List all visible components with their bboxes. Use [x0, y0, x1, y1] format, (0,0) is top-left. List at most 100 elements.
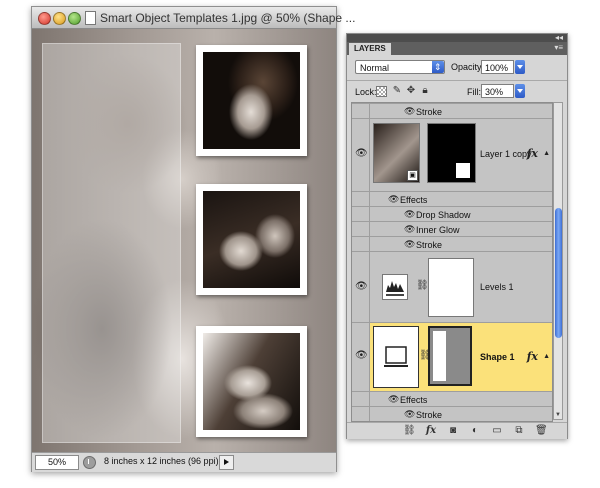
chevron-updown-icon [432, 60, 444, 74]
eye-icon[interactable]: 👁︎ [355, 149, 368, 159]
levels-adjustment-icon[interactable] [382, 274, 408, 300]
vector-mask-shape [433, 331, 446, 381]
new-group-icon[interactable]: ▭ [491, 425, 503, 437]
effects-header-row[interactable]: 👁︎ Effects [352, 192, 552, 207]
add-mask-icon[interactable]: ◙ [447, 425, 459, 437]
layer-name: Levels 1 [480, 282, 514, 292]
blend-mode-value: Normal [360, 63, 390, 73]
zoom-field[interactable]: 50% [35, 455, 79, 470]
layers-scrollbar[interactable]: ▼ [553, 102, 563, 420]
document-titlebar[interactable]: Smart Object Templates 1.jpg @ 50% (Shap… [32, 7, 355, 29]
panel-tabbar: LAYERS ▾≡ [347, 42, 567, 55]
document-window: Smart Object Templates 1.jpg @ 50% (Shap… [31, 6, 355, 472]
effect-label: Stroke [416, 410, 443, 420]
layer-mask-thumbnail[interactable] [427, 123, 476, 183]
document-title: Smart Object Templates 1.jpg @ 50% (Shap… [100, 11, 356, 25]
shape-icon [384, 346, 408, 367]
blend-mode-select[interactable]: Normal [355, 60, 445, 74]
layer-row-levels-1[interactable]: 👁︎ ⛓︎ Levels 1 [352, 252, 552, 323]
layer-row-shape-1[interactable]: 👁︎ ⛓︎ Shape 1 fx ▲ [352, 323, 552, 392]
effect-row[interactable]: 👁︎ Stroke [352, 407, 552, 421]
vector-layer-thumbnail[interactable] [373, 326, 419, 388]
opacity-field[interactable]: 100% [481, 60, 514, 74]
shape-placeholder [42, 43, 181, 443]
lock-position-icon[interactable]: ✥ [405, 85, 417, 97]
eye-icon[interactable]: 👁︎ [388, 194, 399, 205]
document-canvas[interactable] [32, 29, 336, 452]
panel-header[interactable]: ◂◂ [347, 33, 567, 42]
collapse-icon[interactable]: ◂◂ [555, 33, 563, 42]
effect-label: Stroke [416, 107, 443, 117]
opacity-label: Opacity: [451, 62, 485, 72]
visibility-column [352, 207, 370, 221]
close-window-icon[interactable] [38, 12, 51, 25]
fill-dropdown-icon[interactable] [515, 84, 525, 98]
histogram-icon [386, 281, 404, 296]
layer-row-layer-1-copy[interactable]: 👁︎ ▣ Layer 1 copy fx ▲ [352, 119, 552, 192]
smart-object-icon: ▣ [407, 170, 418, 181]
link-layers-icon[interactable]: ⛓︎ [403, 425, 416, 437]
scroll-thumb[interactable] [555, 208, 562, 338]
visibility-column [352, 407, 370, 421]
layer-thumbnail[interactable]: ▣ [373, 123, 420, 183]
new-layer-icon[interactable]: ⧉ [513, 425, 525, 437]
expand-triangle-icon[interactable]: ▲ [543, 150, 550, 157]
eye-icon[interactable]: 👁︎ [404, 209, 415, 220]
visibility-column [352, 392, 370, 406]
info-icon[interactable] [83, 456, 96, 469]
status-menu-arrow-icon[interactable] [219, 455, 234, 470]
mask-white-area [456, 163, 470, 178]
eye-icon[interactable]: 👁︎ [404, 224, 415, 235]
tab-layers[interactable]: LAYERS [349, 43, 391, 55]
fx-icon[interactable]: fx [527, 147, 538, 160]
photo-frame-2 [196, 184, 307, 295]
eye-icon[interactable]: 👁︎ [355, 282, 368, 292]
link-icon[interactable]: ⛓︎ [416, 280, 429, 291]
layers-list[interactable]: 👁︎ Stroke 👁︎ ▣ Layer 1 copy fx ▲ 👁︎ Effe… [351, 102, 553, 422]
lock-all-icon[interactable]: 🔒︎ [419, 85, 431, 97]
visibility-column: 👁︎ [352, 119, 370, 191]
effects-label: Effects [400, 195, 428, 205]
panel-menu-icon[interactable]: ▾≡ [554, 43, 563, 52]
eye-icon[interactable]: 👁︎ [404, 409, 415, 420]
visibility-column [352, 222, 370, 236]
vector-mask-thumbnail[interactable] [428, 326, 472, 386]
scroll-down-icon[interactable]: ▼ [555, 412, 561, 418]
effect-row[interactable]: 👁︎ Drop Shadow [352, 207, 552, 222]
document-size: 8 inches x 12 inches (96 ppi) [104, 456, 219, 466]
effect-row[interactable]: 👁︎ Inner Glow [352, 222, 552, 237]
effects-header-row[interactable]: 👁︎ Effects [352, 392, 552, 407]
lock-label: Lock: [355, 87, 377, 97]
trash-icon[interactable]: 🗑︎ [535, 425, 548, 437]
layer-mask-thumbnail[interactable] [428, 258, 474, 317]
fx-icon[interactable]: fx [527, 350, 538, 363]
fill-field[interactable]: 30% [481, 84, 514, 98]
lock-transparent-pixels-icon[interactable] [376, 86, 387, 97]
eye-icon[interactable]: 👁︎ [355, 351, 368, 361]
zoom-window-icon[interactable] [68, 12, 81, 25]
minimize-window-icon[interactable] [53, 12, 66, 25]
lock-image-pixels-icon[interactable]: ✎ [391, 85, 403, 97]
eye-icon[interactable]: 👁︎ [388, 394, 399, 405]
opacity-dropdown-icon[interactable] [515, 60, 525, 74]
visibility-column: 👁︎ [352, 252, 370, 322]
photo-2 [203, 191, 300, 288]
adjustment-layer-icon[interactable]: ◐ [469, 425, 481, 437]
effects-label: Effects [400, 395, 428, 405]
photo-frame-3 [196, 326, 307, 437]
visibility-column [352, 192, 370, 206]
divider [347, 80, 567, 81]
visibility-column [352, 237, 370, 251]
eye-icon[interactable]: 👁︎ [404, 106, 415, 117]
layer-name: Layer 1 copy [480, 149, 532, 159]
fx-menu-icon[interactable]: fx [425, 425, 437, 437]
visibility-column: 👁︎ [352, 323, 370, 391]
effect-label: Stroke [416, 240, 443, 250]
effect-row[interactable]: 👁︎ Stroke [352, 104, 552, 119]
expand-triangle-icon[interactable]: ▲ [543, 353, 550, 360]
photo-frame-1 [196, 45, 307, 156]
eye-icon[interactable]: 👁︎ [404, 239, 415, 250]
effect-row[interactable]: 👁︎ Stroke [352, 237, 552, 252]
visibility-column [352, 104, 370, 118]
document-status-bar: 50% 8 inches x 12 inches (96 ppi) [32, 452, 336, 472]
